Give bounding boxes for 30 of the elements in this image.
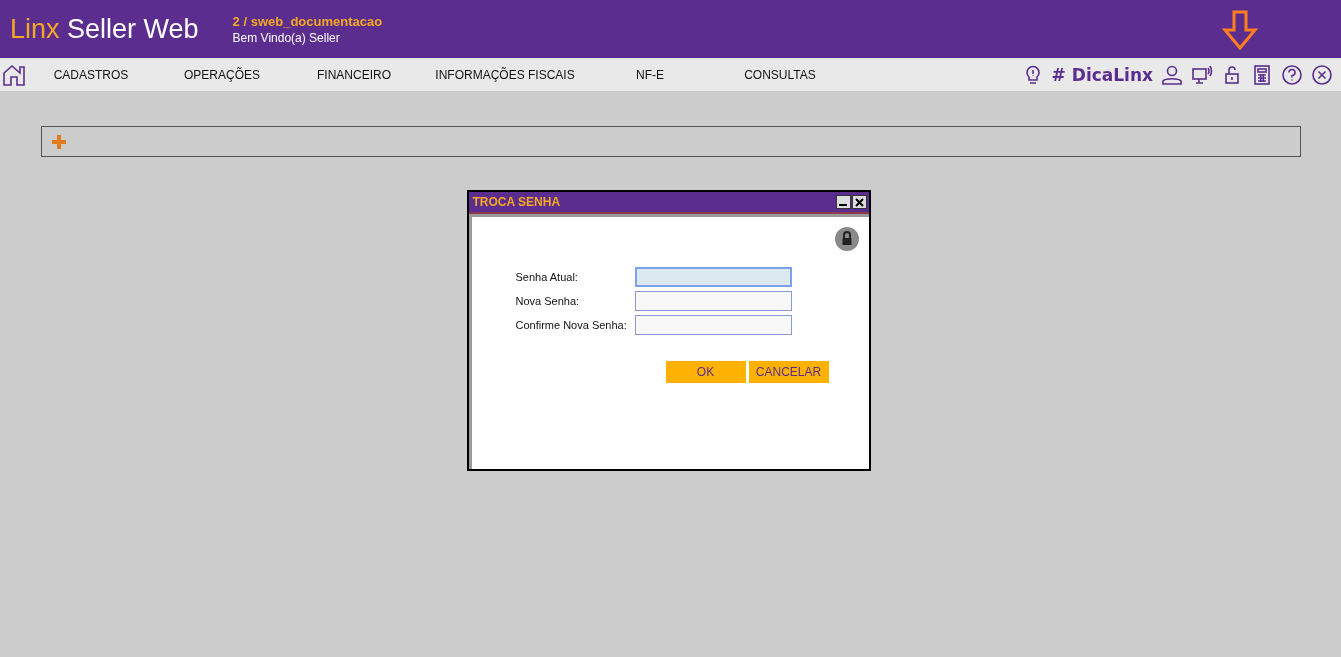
menu-item[interactable]: FINANCEIRO xyxy=(288,67,420,82)
password-field[interactable] xyxy=(634,267,792,287)
help-icon[interactable] xyxy=(1281,63,1303,86)
close-icon[interactable] xyxy=(1311,63,1333,86)
field-label: Nova Senha: xyxy=(515,295,581,307)
home-icon[interactable] xyxy=(2,62,26,87)
field-label: Confirme Nova Senha: xyxy=(515,319,628,331)
menu-item[interactable]: NF-E xyxy=(590,67,710,82)
ok-button[interactable]: OK xyxy=(665,361,746,383)
app-logo: Linx Seller Web xyxy=(10,13,199,45)
menu-item[interactable]: CONSULTAS xyxy=(710,67,850,82)
minimize-button[interactable] xyxy=(835,195,851,209)
menu-item[interactable]: CADASTROS xyxy=(26,67,156,82)
user-icon[interactable] xyxy=(1161,63,1183,86)
company-name: 2 / sweb_documentacao xyxy=(232,13,383,29)
calculator-icon[interactable] xyxy=(1251,63,1273,86)
menu-item[interactable]: OPERAÇÕES xyxy=(156,67,288,82)
close-button[interactable] xyxy=(851,195,867,209)
close-icon xyxy=(854,197,864,207)
dialog-title: TROCA SENHA xyxy=(472,195,562,209)
field-label: Senha Atual: xyxy=(515,271,579,283)
monitor-icon[interactable] xyxy=(1191,63,1213,86)
cancel-button[interactable]: CANCELAR xyxy=(748,361,829,383)
password-field[interactable] xyxy=(634,291,792,311)
down-arrow-icon xyxy=(1222,10,1258,50)
welcome-text: Bem Vindo(a) Seller xyxy=(232,30,341,45)
menu-item[interactable]: INFORMAÇÕES FISCAIS xyxy=(420,67,590,82)
tips-link[interactable]: # DicaLinx xyxy=(1051,64,1153,85)
password-field[interactable] xyxy=(634,315,792,335)
padlock-icon xyxy=(834,227,859,251)
